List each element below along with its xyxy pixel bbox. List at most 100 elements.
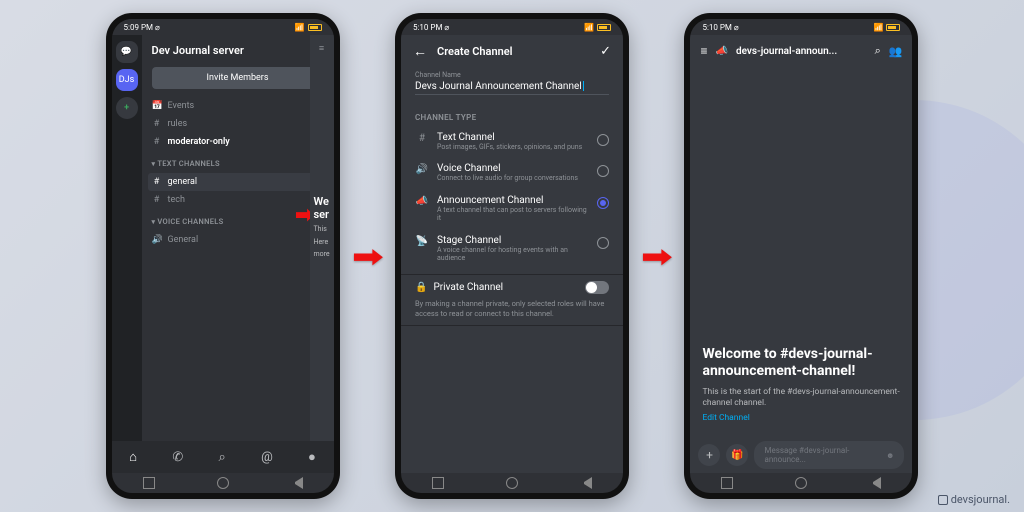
status-bar: 5:10 PM ⌀ 📶 <box>401 19 623 35</box>
android-nav-bar <box>401 473 623 493</box>
channel-type-option[interactable]: 📣 Announcement ChannelA text channel that… <box>401 189 623 229</box>
add-server-button[interactable]: + <box>116 97 138 119</box>
radio-icon[interactable] <box>597 134 609 146</box>
channel-name-input[interactable]: Devs Journal Announcement Channel <box>415 79 609 95</box>
confirm-icon[interactable]: ✓ <box>600 44 611 59</box>
channel-start-text: This is the start of the #devs-journal-a… <box>702 387 900 409</box>
welcome-heading: Welcome to #devs-journal-announcement-ch… <box>702 346 900 381</box>
type-icon: 🔊 <box>415 163 429 175</box>
dm-icon[interactable]: 💬 <box>116 41 138 63</box>
page-title: Create Channel <box>437 45 590 58</box>
channel-item[interactable]: 📅Events <box>142 97 334 115</box>
nav-home-icon[interactable] <box>506 477 518 489</box>
nav-home-icon[interactable] <box>217 477 229 489</box>
type-name: Voice Channel <box>437 163 589 174</box>
channel-item[interactable]: # rules <box>142 115 334 133</box>
status-network-icon: 📶 <box>295 23 305 32</box>
status-bar: 5:10 PM ⌀ 📶 <box>690 19 912 35</box>
category-voice-channels[interactable]: VOICE CHANNELS <box>157 217 223 226</box>
peek-chat-sliver: ≡ We ser This Here more <box>310 35 334 441</box>
channel-name-label: Channel Name <box>415 71 609 79</box>
nav-recent-icon[interactable] <box>721 477 733 489</box>
channel-icon: 🔊 <box>152 235 162 245</box>
private-channel-toggle[interactable] <box>585 281 609 294</box>
channel-icon: # <box>152 177 162 187</box>
channel-icon: # <box>152 195 162 205</box>
server-name[interactable]: Dev Journal server <box>152 44 244 57</box>
status-time: 5:10 PM ⌀ <box>702 23 738 32</box>
nav-back-icon[interactable] <box>291 477 303 489</box>
invite-members-button[interactable]: Invite Members <box>152 67 324 89</box>
hamburger-icon[interactable]: ≡ <box>700 44 707 58</box>
channel-item[interactable]: 🔊 General <box>142 231 334 249</box>
radio-icon[interactable] <box>597 237 609 249</box>
caret-icon: ▾ <box>152 160 156 168</box>
gift-button[interactable]: 🎁 <box>726 444 748 466</box>
search-icon[interactable]: ⌕ <box>875 44 881 58</box>
back-icon[interactable]: ← <box>413 43 427 60</box>
private-channel-label: Private Channel <box>433 282 503 293</box>
channel-label: general <box>168 177 198 187</box>
status-network-icon: 📶 <box>874 23 884 32</box>
type-icon: 📡 <box>415 235 429 247</box>
edit-channel-link[interactable]: Edit Channel <box>702 413 900 423</box>
channel-type-option[interactable]: # Text ChannelPost images, GIFs, stickers… <box>401 126 623 157</box>
emoji-icon[interactable]: ☻ <box>886 451 894 460</box>
type-name: Text Channel <box>437 132 589 143</box>
channel-type-option[interactable]: 🔊 Voice ChannelConnect to live audio for … <box>401 157 623 188</box>
tab-home-icon[interactable]: ⌂ <box>129 449 137 465</box>
status-bar: 5:09 PM ⌀ 📶 <box>112 19 334 35</box>
tab-mentions-icon[interactable]: @ <box>261 450 273 465</box>
channel-label: Events <box>168 101 195 111</box>
tab-friends-icon[interactable]: ✆ <box>172 450 183 465</box>
announcement-icon: 📣 <box>715 46 727 57</box>
private-channel-description: By making a channel private, only select… <box>415 299 609 319</box>
type-name: Announcement Channel <box>437 195 589 206</box>
channel-label: rules <box>168 119 188 129</box>
channel-item[interactable]: # general <box>148 173 328 191</box>
nav-back-icon[interactable] <box>580 477 592 489</box>
tab-profile-icon[interactable]: ● <box>308 449 316 465</box>
guild-selected[interactable]: DJs <box>116 69 138 91</box>
bottom-tab-bar: ⌂ ✆ ⌕ @ ● <box>112 441 334 473</box>
status-network-icon: 📶 <box>584 23 594 32</box>
type-icon: 📣 <box>415 195 429 207</box>
watermark-icon <box>938 495 948 505</box>
battery-icon <box>308 24 322 31</box>
status-time: 5:10 PM ⌀ <box>413 23 449 32</box>
add-attachment-button[interactable]: + <box>698 444 720 466</box>
channel-item[interactable]: #moderator-only <box>142 133 334 151</box>
red-arrow-icon: ➡ <box>352 240 383 273</box>
nav-recent-icon[interactable] <box>432 477 444 489</box>
radio-icon[interactable] <box>597 197 609 209</box>
channel-type-option[interactable]: 📡 Stage ChannelA voice channel for hostin… <box>401 229 623 269</box>
lock-icon: 🔒 <box>415 282 427 293</box>
channel-icon: # <box>152 137 162 147</box>
channel-icon: # <box>152 119 162 129</box>
tab-search-icon[interactable]: ⌕ <box>219 450 226 465</box>
nav-recent-icon[interactable] <box>143 477 155 489</box>
type-icon: # <box>415 132 429 144</box>
type-name: Stage Channel <box>437 235 589 246</box>
message-input[interactable]: Message #devs-journal-announce... ☻ <box>754 441 904 469</box>
caret-icon: ▾ <box>152 218 156 226</box>
channel-header-title[interactable]: devs-journal-announ... <box>736 46 867 57</box>
battery-icon <box>597 24 611 31</box>
type-desc: A text channel that can post to servers … <box>437 206 589 223</box>
nav-back-icon[interactable] <box>869 477 881 489</box>
guild-rail: 💬 DJs + <box>112 35 142 441</box>
hamburger-icon[interactable]: ≡ <box>319 43 324 54</box>
type-desc: A voice channel for hosting events with … <box>437 246 589 263</box>
type-desc: Post images, GIFs, stickers, opinions, a… <box>437 143 589 151</box>
phone-3: 5:10 PM ⌀ 📶 ≡ 📣 devs-journal-announ... ⌕… <box>684 13 918 499</box>
battery-icon <box>886 24 900 31</box>
nav-home-icon[interactable] <box>795 477 807 489</box>
channel-label: General <box>168 235 199 245</box>
status-time: 5:09 PM ⌀ <box>124 23 160 32</box>
category-text-channels[interactable]: TEXT CHANNELS <box>157 159 220 168</box>
type-desc: Connect to live audio for group conversa… <box>437 174 589 182</box>
radio-icon[interactable] <box>597 165 609 177</box>
members-icon[interactable]: 👥 <box>889 45 903 58</box>
channel-label: tech <box>168 195 185 205</box>
red-arrow-icon: ➡ <box>641 240 672 273</box>
